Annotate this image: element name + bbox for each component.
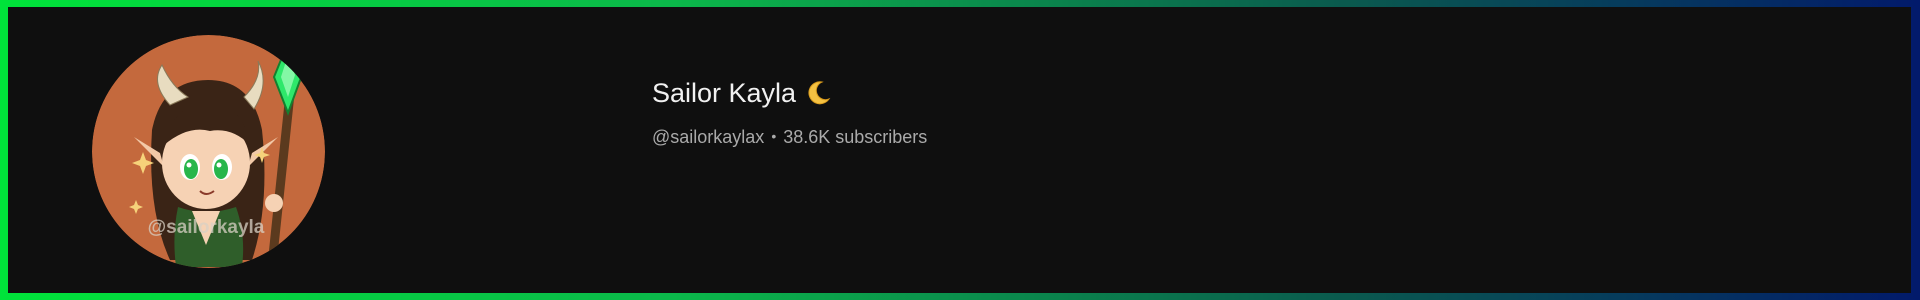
channel-meta: @sailorkaylax • 38.6K subscribers <box>652 125 927 149</box>
avatar-illustration: @sailorkayla <box>92 35 325 268</box>
channel-handle[interactable]: @sailorkaylax <box>652 125 764 149</box>
channel-header: @sailorkayla Sailor Kayla @sailorkaylax … <box>8 7 1911 293</box>
channel-name-text: Sailor Kayla <box>652 78 797 108</box>
gradient-border-frame: @sailorkayla Sailor Kayla @sailorkaylax … <box>0 0 1920 300</box>
channel-info: Sailor Kayla @sailorkaylax • 38.6K subsc… <box>652 75 927 149</box>
meta-separator: • <box>771 128 777 144</box>
channel-avatar[interactable]: @sailorkayla <box>92 35 325 268</box>
subscriber-count: 38.6K subscribers <box>783 127 928 147</box>
channel-title: Sailor Kayla <box>652 75 927 111</box>
crescent-moon-icon <box>804 79 832 107</box>
avatar-watermark: @sailorkayla <box>148 217 265 238</box>
